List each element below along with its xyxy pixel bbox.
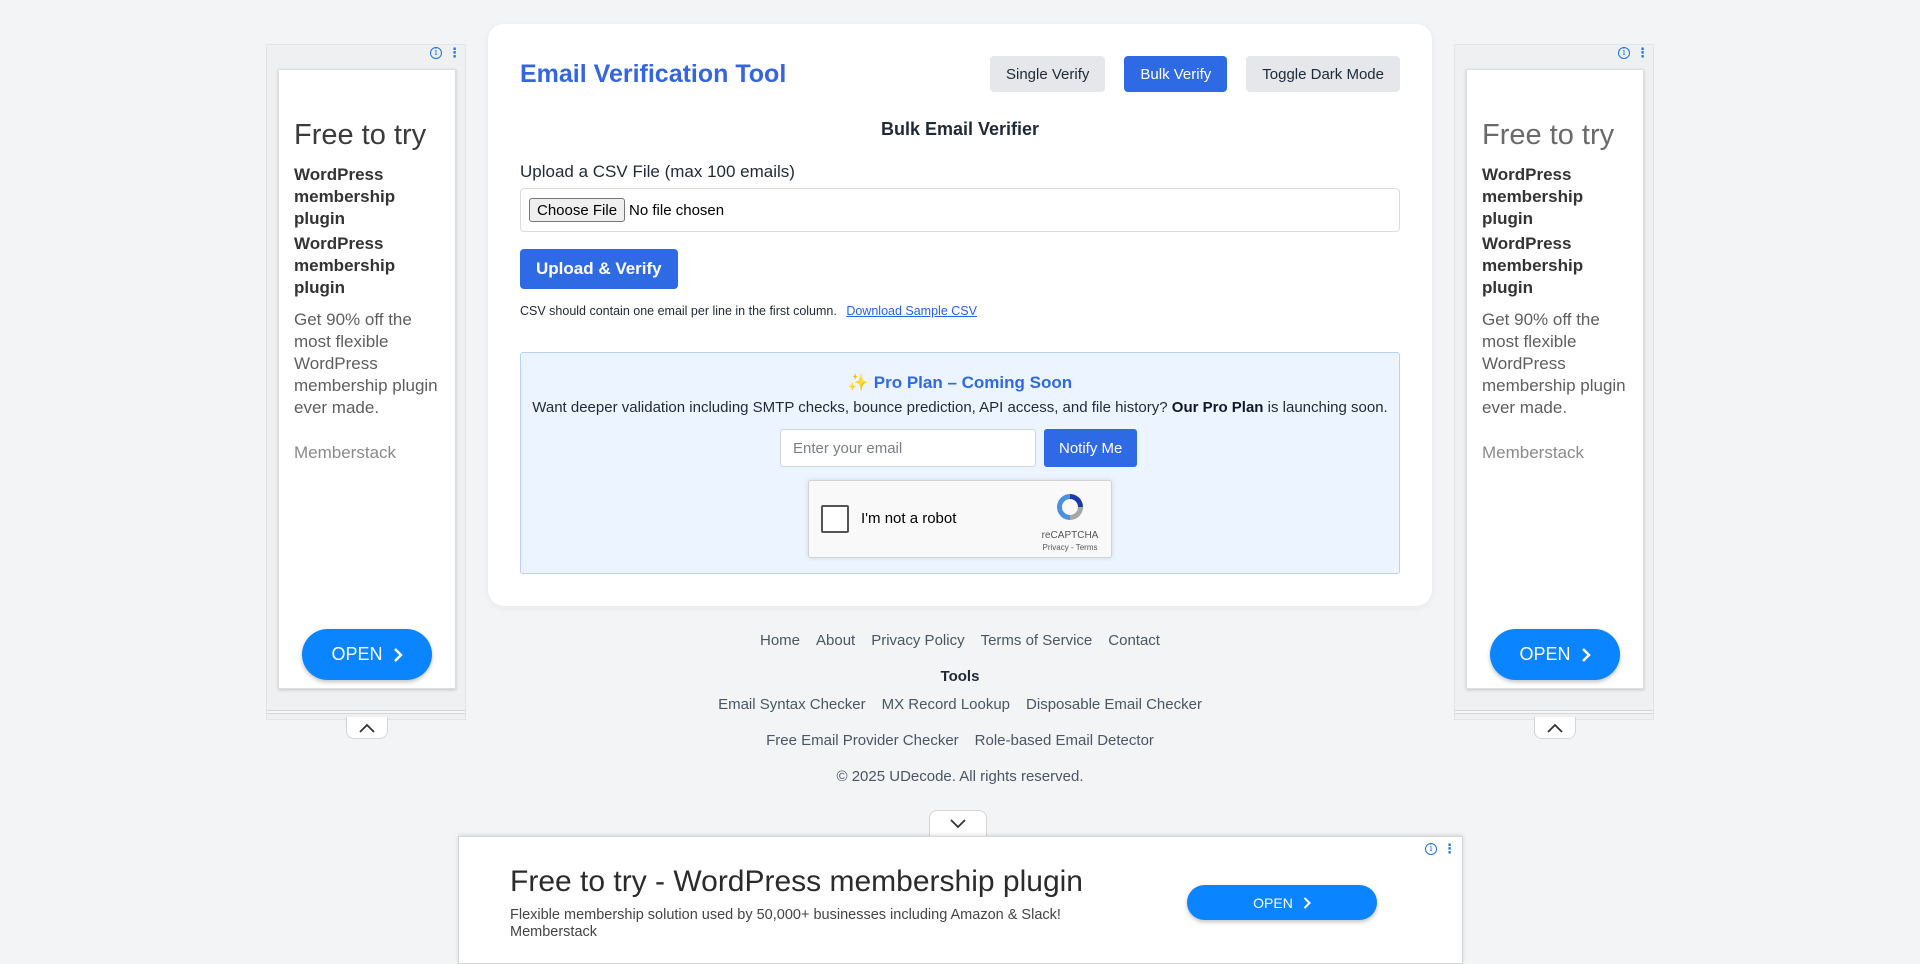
pro-plan-title: ✨ Pro Plan – Coming Soon: [847, 373, 1073, 392]
ad-info-icon[interactable]: i: [430, 47, 442, 59]
ad-info-icon[interactable]: i: [1618, 47, 1630, 59]
footer-link-privacy[interactable]: Privacy Policy: [871, 632, 964, 649]
ad-subheadline: WordPress membership plugin: [294, 165, 396, 228]
ad-menu-icon[interactable]: ⋮: [1636, 46, 1649, 59]
tool-link-mx[interactable]: MX Record Lookup: [882, 696, 1010, 713]
footer-nav: Home About Privacy Policy Terms of Servi…: [0, 632, 1920, 649]
notify-form: Notify Me: [780, 429, 1138, 467]
tool-link-free-provider[interactable]: Free Email Provider Checker: [766, 732, 959, 749]
pro-desc-before: Want deeper validation including SMTP ch…: [532, 399, 1168, 416]
main-card: Email Verification Tool Single Verify Bu…: [488, 24, 1432, 606]
bulk-verify-button[interactable]: Bulk Verify: [1124, 56, 1228, 92]
recaptcha-widget: I'm not a robot reCAPTCHA Privacy - Term…: [808, 480, 1112, 558]
pro-desc-bold: Our Pro Plan: [1171, 399, 1264, 416]
recaptcha-links[interactable]: Privacy - Terms: [1041, 543, 1099, 552]
recaptcha-icon: [1057, 494, 1083, 520]
footer-link-contact[interactable]: Contact: [1108, 632, 1160, 649]
csv-hint: CSV should contain one email per line in…: [520, 304, 977, 318]
ad-advertiser: Memberstack: [294, 443, 397, 462]
mode-buttons: Single Verify Bulk Verify Toggle Dark Mo…: [990, 56, 1400, 92]
download-sample-link[interactable]: Download Sample CSV: [846, 304, 977, 318]
recaptcha-label: I'm not a robot: [861, 510, 957, 527]
section-title: Bulk Email Verifier: [880, 119, 1040, 139]
right-side-ad: i ⋮ Free to try WordPress membership plu…: [1454, 44, 1654, 739]
header: Email Verification Tool Single Verify Bu…: [520, 56, 1400, 92]
recaptcha-logo: reCAPTCHA Privacy - Terms: [1041, 491, 1099, 552]
tool-link-disposable[interactable]: Disposable Email Checker: [1026, 696, 1202, 713]
bottom-ad-toggle[interactable]: [929, 810, 987, 837]
notify-me-button[interactable]: Notify Me: [1044, 429, 1138, 467]
ad-card[interactable]: Free to try WordPress membership plugin …: [278, 69, 456, 689]
ad-headline: Free to try: [294, 119, 427, 151]
ad-menu-icon[interactable]: ⋮: [448, 46, 461, 59]
ad-advertiser: Memberstack: [1482, 443, 1585, 462]
ad-headline: Free to try: [1482, 119, 1615, 151]
tool-link-syntax[interactable]: Email Syntax Checker: [718, 696, 866, 713]
notify-email-input[interactable]: [780, 429, 1036, 467]
bottom-ad-open-label: OPEN: [1253, 894, 1293, 911]
footer-link-terms[interactable]: Terms of Service: [981, 632, 1093, 649]
single-verify-button[interactable]: Single Verify: [990, 56, 1106, 92]
ad-badges: i ⋮: [430, 46, 461, 59]
footer-link-about[interactable]: About: [816, 632, 855, 649]
bottom-banner-ad[interactable]: i ⋮ Free to try - WordPress membership p…: [458, 836, 1463, 964]
bottom-ad-open-button[interactable]: OPEN: [1187, 885, 1377, 920]
file-status: No file chosen: [629, 201, 725, 219]
chevron-down-icon: [950, 819, 966, 829]
choose-file-button[interactable]: Choose File: [529, 198, 626, 222]
ad-subheadline-2: WordPress membership plugin: [294, 234, 396, 297]
pro-desc-after: is launching soon.: [1267, 399, 1388, 416]
pro-plan-box: ✨ Pro Plan – Coming Soon Want deeper val…: [520, 352, 1400, 574]
upload-verify-button[interactable]: Upload & Verify: [520, 249, 678, 289]
left-side-ad: i ⋮ Free to try WordPress membership plu…: [266, 44, 466, 739]
csv-file-input[interactable]: Choose File No file chosen: [520, 188, 1400, 232]
bottom-ad-advertiser: Memberstack: [510, 924, 598, 940]
bottom-ad-description: Flexible membership solution used by 50,…: [510, 907, 1061, 923]
chevron-up-icon: [1547, 723, 1563, 733]
ad-badges: i ⋮: [1618, 46, 1649, 59]
app-title: Email Verification Tool: [520, 59, 787, 88]
tool-link-role-based[interactable]: Role-based Email Detector: [975, 732, 1154, 749]
footer-link-home[interactable]: Home: [760, 632, 800, 649]
ad-badges: i ⋮: [1425, 842, 1456, 855]
chevron-right-icon: [1303, 896, 1311, 909]
tools-row: Email Syntax Checker MX Record Lookup Di…: [0, 696, 1920, 713]
chevron-up-icon: [359, 723, 375, 733]
ad-info-icon[interactable]: i: [1425, 843, 1437, 855]
tools-row: Free Email Provider Checker Role-based E…: [0, 732, 1920, 749]
ad-card[interactable]: Free to try WordPress membership plugin …: [1466, 69, 1644, 689]
pro-plan-description: Want deeper validation including SMTP ch…: [521, 399, 1399, 416]
recaptcha-brand: reCAPTCHA: [1041, 530, 1099, 541]
copyright: © 2025 UDecode. All rights reserved.: [836, 768, 1084, 785]
ad-description: Get 90% off the most flexible WordPress …: [1482, 310, 1626, 417]
toggle-dark-mode-button[interactable]: Toggle Dark Mode: [1246, 56, 1400, 92]
bottom-ad-headline: Free to try - WordPress membership plugi…: [510, 865, 1083, 898]
chevron-right-icon: [1581, 647, 1591, 662]
ad-menu-icon[interactable]: ⋮: [1443, 842, 1456, 855]
ad-subheadline-2: WordPress membership plugin: [1482, 234, 1584, 297]
ad-description: Get 90% off the most flexible WordPress …: [294, 310, 438, 417]
recaptcha-checkbox[interactable]: [821, 505, 849, 533]
upload-label: Upload a CSV File (max 100 emails): [520, 162, 795, 181]
tools-title: Tools: [940, 668, 980, 685]
csv-hint-text: CSV should contain one email per line in…: [520, 304, 837, 318]
chevron-right-icon: [393, 647, 403, 662]
ad-subheadline: WordPress membership plugin: [1482, 165, 1584, 228]
